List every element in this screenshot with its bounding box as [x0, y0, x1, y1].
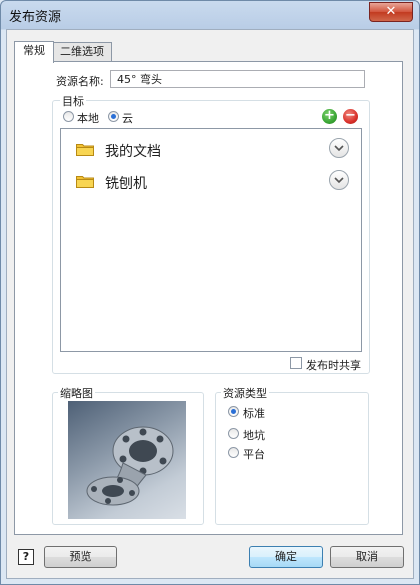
type-platform-radio[interactable] — [228, 447, 239, 458]
preview-button[interactable]: 预览 — [44, 546, 117, 568]
target-cloud-radio[interactable] — [108, 111, 119, 122]
folder-label: 铣刨机 — [105, 176, 147, 192]
folder-icon — [76, 176, 94, 188]
tab-2d-options[interactable]: 二维选项 — [52, 42, 112, 62]
list-item[interactable]: 铣刨机 — [61, 163, 361, 195]
folder-label: 我的文档 — [105, 144, 161, 160]
type-standard-radio[interactable] — [228, 406, 239, 417]
target-cloud-label[interactable]: 云 — [122, 110, 133, 126]
target-local-label[interactable]: 本地 — [77, 110, 99, 126]
remove-icon[interactable]: − — [343, 109, 358, 124]
window-title: 发布资源 — [9, 10, 62, 25]
target-folder-list[interactable]: 我的文档 铣刨机 — [60, 128, 362, 352]
cancel-button[interactable]: 取消 — [330, 546, 404, 568]
chevron-down-icon[interactable] — [329, 170, 349, 190]
target-local-radio[interactable] — [63, 111, 74, 122]
resource-type-group-title: 资源类型 — [221, 385, 269, 401]
folder-icon — [76, 144, 94, 156]
thumbnail-group-title: 缩略图 — [58, 385, 95, 401]
resource-name-label: 资源名称: — [56, 75, 104, 88]
close-button[interactable]: ✕ — [369, 2, 413, 22]
target-group-title: 目标 — [60, 93, 86, 109]
thumbnail-image — [68, 401, 186, 519]
flange-elbow-icon — [86, 426, 174, 506]
share-on-publish-checkbox[interactable] — [290, 357, 302, 369]
list-item[interactable]: 我的文档 — [61, 131, 361, 163]
help-button[interactable]: ? — [18, 549, 34, 565]
add-icon[interactable]: + — [322, 109, 337, 124]
type-pit-label[interactable]: 地坑 — [243, 427, 265, 443]
resource-name-input[interactable]: 45° 弯头 — [110, 70, 365, 88]
type-platform-label[interactable]: 平台 — [243, 446, 265, 462]
tab-general[interactable]: 常规 — [14, 41, 54, 63]
share-on-publish-label[interactable]: 发布时共享 — [306, 357, 361, 373]
ok-button[interactable]: 确定 — [249, 546, 323, 568]
title-bar[interactable]: 发布资源 ✕ — [1, 1, 419, 29]
type-standard-label[interactable]: 标准 — [243, 405, 265, 421]
chevron-down-icon[interactable] — [329, 138, 349, 158]
type-pit-radio[interactable] — [228, 428, 239, 439]
